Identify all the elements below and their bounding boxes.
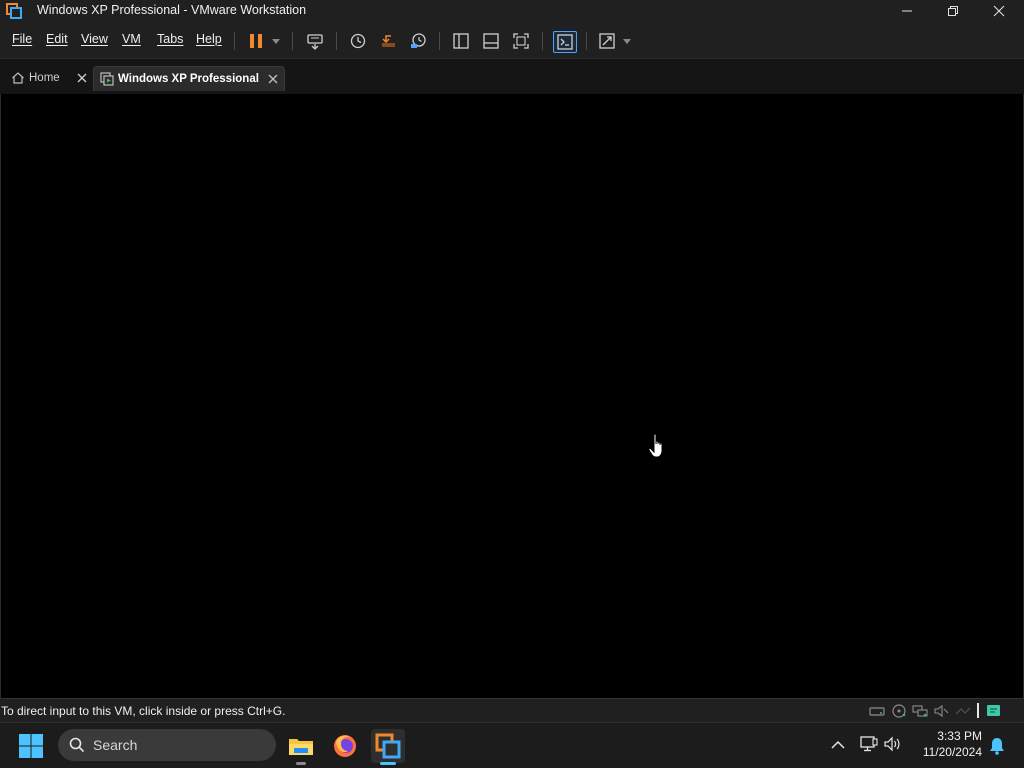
show-library-button[interactable]	[450, 31, 472, 51]
toolbar-separator	[586, 32, 587, 50]
vm-icon	[100, 72, 114, 86]
window-title: Windows XP Professional - VMware Worksta…	[37, 3, 307, 17]
show-library-icon	[453, 33, 469, 49]
close-icon[interactable]	[268, 74, 278, 84]
tab-home-label: Home	[29, 72, 60, 84]
menu-view[interactable]: View	[81, 32, 108, 46]
taskbar-vmware-workstation[interactable]	[371, 729, 405, 765]
send-ctrl-alt-del-icon	[307, 34, 323, 50]
full-screen-icon	[513, 33, 529, 49]
menu-help[interactable]: Help	[196, 32, 222, 46]
hand-cursor-icon	[648, 433, 663, 458]
toolbar-separator	[439, 32, 440, 50]
cd-dvd-icon[interactable]	[891, 704, 907, 718]
close-icon[interactable]	[77, 73, 87, 83]
vmware-workstation-icon	[375, 733, 401, 759]
revert-snapshot-button[interactable]	[377, 31, 399, 51]
running-indicator	[296, 762, 306, 765]
console-view-button[interactable]	[553, 31, 577, 53]
thumbnail-bar-icon	[483, 33, 499, 49]
usb-icon[interactable]	[955, 704, 971, 718]
search-placeholder: Search	[93, 737, 138, 753]
active-indicator	[380, 762, 396, 765]
snapshot-manager-icon	[411, 33, 426, 48]
send-ctrl-alt-del-button[interactable]	[304, 31, 326, 51]
sound-card-icon[interactable]	[933, 704, 949, 718]
close-icon	[993, 5, 1005, 17]
menu-file[interactable]: File	[12, 32, 32, 46]
taskbar-search-box[interactable]: Search	[58, 729, 276, 761]
title-bar[interactable]: Windows XP Professional - VMware Worksta…	[0, 0, 1024, 22]
toolbar-separator	[234, 32, 235, 50]
stretch-guest-button[interactable]	[596, 31, 618, 51]
restore-icon	[948, 6, 958, 16]
snapshot-icon	[350, 33, 366, 49]
minimize-button[interactable]	[884, 0, 930, 22]
status-message: To direct input to this VM, click inside…	[1, 704, 286, 718]
minimize-icon	[902, 10, 912, 12]
stretch-dropdown-button[interactable]	[618, 31, 636, 51]
hard-disk-icon[interactable]	[869, 704, 885, 718]
firefox-icon	[334, 735, 356, 757]
home-icon	[12, 72, 24, 84]
taskbar-clock-date[interactable]: 11/20/2024	[905, 745, 982, 759]
dropdown-arrow-icon	[272, 38, 280, 44]
windows-taskbar: Search 3:33 PM 11/20/2024	[0, 722, 1024, 768]
status-bar: To direct input to this VM, click inside…	[0, 698, 1024, 722]
show-hidden-icons-icon[interactable]	[831, 740, 845, 750]
taskbar-clock-time[interactable]: 3:33 PM	[918, 729, 982, 743]
vmware-logo-icon[interactable]	[6, 3, 22, 19]
file-explorer-icon	[289, 739, 313, 755]
menu-tabs[interactable]: Tabs	[157, 32, 183, 46]
close-window-button[interactable]	[976, 0, 1022, 22]
taskbar-firefox[interactable]	[328, 729, 362, 763]
power-dropdown-button[interactable]	[266, 31, 286, 51]
menu-edit[interactable]: Edit	[46, 32, 68, 46]
volume-icon[interactable]	[884, 736, 902, 752]
console-view-icon	[557, 34, 573, 50]
tab-home[interactable]: Home	[5, 66, 88, 90]
status-separator	[977, 703, 979, 718]
stretch-guest-icon	[599, 33, 615, 49]
snapshot-manager-button[interactable]	[407, 31, 429, 51]
tab-vm-label: Windows XP Professional	[118, 73, 259, 85]
network-icon[interactable]	[860, 736, 878, 752]
toolbar-separator	[292, 32, 293, 50]
dropdown-arrow-icon	[623, 38, 631, 44]
menu-vm[interactable]: VM	[122, 32, 141, 46]
windows-start-icon[interactable]	[18, 733, 44, 759]
notification-bell-icon[interactable]	[989, 737, 1005, 755]
network-adapter-icon[interactable]	[912, 704, 928, 718]
menu-toolbar-bar: File Edit View VM Tabs Help	[0, 22, 1024, 58]
vm-console-display[interactable]	[0, 94, 1024, 698]
pause-button[interactable]	[245, 31, 267, 51]
restore-button[interactable]	[930, 0, 976, 22]
search-icon	[69, 737, 85, 753]
thumbnail-bar-button[interactable]	[480, 31, 502, 51]
toolbar-separator	[542, 32, 543, 50]
take-snapshot-button[interactable]	[347, 31, 369, 51]
taskbar-file-explorer[interactable]	[284, 729, 318, 765]
tab-strip: Home Windows XP Professional	[0, 58, 1024, 95]
toolbar-separator	[336, 32, 337, 50]
full-screen-button[interactable]	[510, 31, 532, 51]
tab-windows-xp-professional[interactable]: Windows XP Professional	[93, 66, 285, 91]
message-log-icon[interactable]	[986, 704, 1002, 718]
revert-snapshot-icon	[382, 35, 395, 47]
pause-icon	[250, 34, 262, 48]
